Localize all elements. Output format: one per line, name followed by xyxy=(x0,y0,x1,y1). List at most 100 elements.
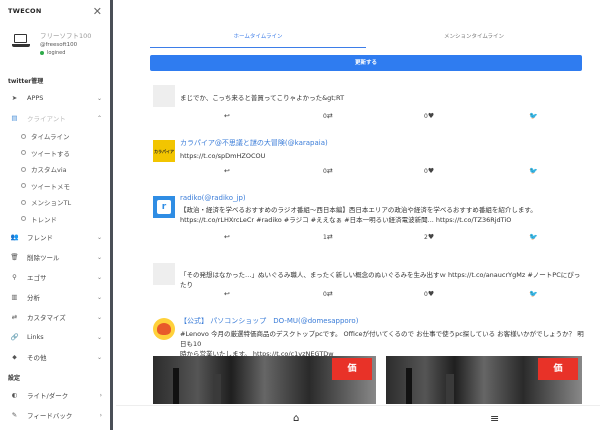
circle-icon xyxy=(21,150,26,156)
twitter-bird-icon[interactable]: 🐦 xyxy=(529,233,538,241)
heart-icon: ♥ xyxy=(427,112,435,120)
tweet-text: まじでか、こっち来ると普買ってこりゃよかった&gt;RT xyxy=(180,94,345,102)
link-icon: 🔗 xyxy=(10,333,19,341)
contrast-icon: ◐ xyxy=(11,391,18,399)
tweet-item: 「その発想はなかった…」ぬいぐるみ職人、まったく新しい概念のぬいぐるみを生み出す… xyxy=(153,263,585,303)
timeline-panel: ホームタイムライン メンションタイムライン 更新する まじでか、こっち来ると普買… xyxy=(116,0,600,430)
twitter-bird-icon[interactable]: 🐦 xyxy=(529,112,538,120)
sidebar-item-friend[interactable]: 👥 フレンド ⌄ xyxy=(0,227,110,247)
avatar[interactable] xyxy=(153,263,175,285)
sidebar-sub-tweet[interactable]: ツイートする xyxy=(0,145,110,162)
chevron-right-icon: › xyxy=(99,411,102,419)
tweet-author[interactable]: 【公式】 パソコンショップ DO-MU(@domesapporo) xyxy=(180,316,585,326)
sidebar-item-theme[interactable]: ◐ ライト/ダーク › xyxy=(0,385,110,405)
circle-icon xyxy=(21,133,26,139)
avatar[interactable] xyxy=(153,318,175,340)
like-button[interactable]: 0♥ xyxy=(424,112,434,120)
like-button[interactable]: 2♥ xyxy=(424,233,434,241)
chevron-right-icon: › xyxy=(99,391,102,399)
twitter-bird-icon[interactable]: 🐦 xyxy=(529,167,538,175)
sidebar-item-client[interactable]: ▤ クライアント ⌃ xyxy=(0,108,110,128)
close-icon[interactable]: ✕ xyxy=(93,6,102,17)
sidebar-header: TWECON ✕ xyxy=(0,0,110,22)
tweet-text: https://t.co/spDmHZOCOU xyxy=(180,152,266,160)
avatar[interactable]: r xyxy=(153,196,175,218)
retweet-button[interactable]: 0⇄ xyxy=(323,112,333,120)
retweet-button[interactable]: 1⇄ xyxy=(323,233,333,241)
circle-icon xyxy=(21,199,26,205)
sidebar-sub-customvia[interactable]: カスタムvia xyxy=(0,161,110,178)
tweet-author[interactable]: カラパイア@不思議と謎の大冒険(@karapaia) xyxy=(180,138,585,148)
tab-mention-timeline[interactable]: メンションタイムライン xyxy=(366,31,582,48)
like-button[interactable]: 0♥ xyxy=(424,167,434,175)
tweet-image[interactable]: 価 xyxy=(153,356,376,404)
tweet-item: カラパイア カラパイア@不思議と謎の大冒険(@karapaia) https:/… xyxy=(153,138,585,180)
tweet-text: 【政治・経済を学べるおすすめのラジオ番組〜西日本編】西日本エリアの政治や経済を学… xyxy=(180,206,537,214)
search-icon: ⚲ xyxy=(12,273,17,281)
sidebar-item-other[interactable]: ⬥ その他 ⌄ xyxy=(0,347,110,367)
section-settings: 設定 xyxy=(8,375,21,382)
chevron-up-icon: ⌃ xyxy=(96,114,102,122)
circle-icon xyxy=(21,216,26,222)
chevron-down-icon: ⌄ xyxy=(96,253,102,261)
laptop-icon xyxy=(12,34,30,48)
like-button[interactable]: 0♥ xyxy=(424,290,434,298)
tab-home-timeline[interactable]: ホームタイムライン xyxy=(150,31,366,48)
document-icon: ▤ xyxy=(11,114,18,122)
exchange-icon: ⇄ xyxy=(11,313,18,321)
user-status: logined xyxy=(40,50,91,56)
tweet-author[interactable]: radiko(@radiko_jp) xyxy=(180,194,585,202)
tweet-text: #Lenovo 今月の厳選特価商品のデスクトップpcです。 Officeが付いて… xyxy=(180,330,584,348)
tweet-image[interactable]: 価 xyxy=(386,356,582,404)
heart-icon: ♥ xyxy=(427,167,435,175)
retweet-icon: ⇄ xyxy=(326,233,333,241)
sidebar-item-apps[interactable]: ➤ APPS ⌄ xyxy=(0,88,110,108)
circle-icon xyxy=(21,183,26,189)
brand-title: TWECON xyxy=(8,7,42,15)
sidebar-item-customize[interactable]: ⇄ カスタマイズ ⌄ xyxy=(0,307,110,327)
sidebar-item-delete-tool[interactable]: 🗑 削除ツール ⌄ xyxy=(0,247,110,267)
heart-icon: ♥ xyxy=(427,290,435,298)
retweet-button[interactable]: 0⇄ xyxy=(323,290,333,298)
section-twitter-manage: twitter管理 xyxy=(8,78,44,85)
twitter-bird-icon[interactable]: 🐦 xyxy=(529,290,538,298)
chevron-down-icon: ⌄ xyxy=(96,94,102,102)
rocket-icon: ➤ xyxy=(11,94,18,102)
status-dot-icon xyxy=(40,51,44,55)
reply-icon[interactable]: ↩ xyxy=(224,233,230,241)
home-icon[interactable]: ⌂ xyxy=(293,413,299,424)
trash-icon: 🗑 xyxy=(10,253,19,261)
sidebar-sub-timeline[interactable]: タイムライン xyxy=(0,128,110,145)
sidebar-item-egosa[interactable]: ⚲ エゴサ ⌄ xyxy=(0,267,110,287)
reply-icon[interactable]: ↩ xyxy=(224,290,230,298)
user-card: フリーソフト100 @freesoft100 logined xyxy=(0,22,110,70)
bottom-nav: ⌂ ≡ xyxy=(116,405,600,430)
retweet-icon: ⇄ xyxy=(326,290,333,298)
menu-icon[interactable]: ≡ xyxy=(490,412,499,425)
reply-icon[interactable]: ↩ xyxy=(224,167,230,175)
avatar[interactable] xyxy=(153,85,175,107)
sidebar-sub-mentiontl[interactable]: メンションTL xyxy=(0,194,110,211)
tweet-text-line2: https://t.co/rLHXrcLeCr #radiko #ラジコ #ええ… xyxy=(180,216,512,224)
refresh-button[interactable]: 更新する xyxy=(150,55,582,71)
circle-icon xyxy=(21,166,26,172)
chevron-down-icon: ⌄ xyxy=(96,293,102,301)
sidebar-item-analysis[interactable]: ▥ 分析 ⌄ xyxy=(0,287,110,307)
users-icon: 👥 xyxy=(10,233,19,241)
avatar[interactable]: カラパイア xyxy=(153,140,175,162)
sidebar: TWECON ✕ フリーソフト100 @freesoft100 logined … xyxy=(0,0,113,430)
retweet-button[interactable]: 0⇄ xyxy=(323,167,333,175)
reply-icon[interactable]: ↩ xyxy=(224,112,230,120)
chevron-down-icon: ⌄ xyxy=(96,273,102,281)
tweet-text: 「その発想はなかった…」ぬいぐるみ職人、まったく新しい概念のぬいぐるみを生み出す… xyxy=(180,271,581,289)
tweet-item: まじでか、こっち来ると普買ってこりゃよかった&gt;RT ↩ 0⇄ 0♥ 🐦 xyxy=(153,85,585,125)
sidebar-item-links[interactable]: 🔗 Links ⌄ xyxy=(0,327,110,347)
sidebar-item-feedback[interactable]: ✎ フィードバック › xyxy=(0,405,110,425)
tweet-item: 【公式】 パソコンショップ DO-MU(@domesapporo) #Lenov… xyxy=(153,316,585,408)
tweet-item: r radiko(@radiko_jp) 【政治・経済を学べるおすすめのラジオ番… xyxy=(153,194,585,246)
chevron-down-icon: ⌄ xyxy=(96,313,102,321)
sidebar-sub-tweetmemo[interactable]: ツイートメモ xyxy=(0,178,110,195)
sidebar-sub-trend[interactable]: トレンド xyxy=(0,211,110,228)
tag-icon: ⬥ xyxy=(12,352,17,361)
chevron-down-icon: ⌄ xyxy=(96,233,102,241)
